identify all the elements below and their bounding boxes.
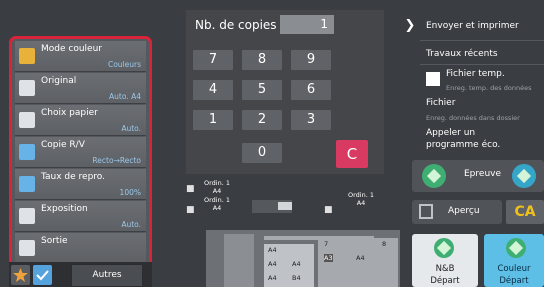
setting-output[interactable]: Sortie: [15, 233, 146, 264]
key-9[interactable]: 9: [291, 50, 331, 70]
setting-label: Original: [41, 76, 77, 86]
setting-label: Copie R/V: [41, 140, 85, 150]
copier-machine: A4 A4 A4 A4 B4 7 8 A3 A4: [206, 230, 400, 287]
setting-value: Auto.: [121, 124, 141, 133]
setting-color-mode[interactable]: Mode couleur Couleurs: [15, 41, 146, 72]
duplex-icon: [19, 144, 35, 160]
finisher: [224, 234, 254, 287]
key-4[interactable]: 4: [193, 80, 233, 100]
menu-temp-file[interactable]: Fichier temp.: [446, 69, 505, 79]
star-icon: [13, 268, 28, 282]
tray-label: A4: [356, 254, 365, 262]
setting-value: Auto. A4: [109, 92, 141, 101]
doc-label: Ordin. 1 A4: [204, 196, 230, 212]
tray-label: A3: [324, 254, 333, 262]
original-sheet: [278, 202, 292, 210]
exposure-icon: [19, 208, 35, 224]
clear-all-button[interactable]: CA: [506, 200, 544, 224]
key-1[interactable]: 1: [193, 110, 233, 130]
preview-label: Aperçu: [448, 206, 480, 216]
zoom-icon: [19, 176, 35, 192]
copies-label: Nb. de copies: [195, 18, 277, 32]
key-8[interactable]: 8: [242, 50, 282, 70]
proof-button[interactable]: Epreuve: [412, 160, 544, 192]
start-icon: [506, 238, 526, 258]
check-icon: [36, 270, 49, 281]
setting-value: Recto→Recto: [92, 156, 141, 165]
setting-paper-select[interactable]: Choix papier Auto.: [15, 105, 146, 136]
tray-label: A4: [268, 274, 277, 282]
clear-button[interactable]: C: [336, 140, 368, 168]
key-6[interactable]: 6: [291, 80, 331, 100]
settings-bottom-bar: Autres: [9, 262, 152, 287]
setting-label: Choix papier: [41, 108, 98, 118]
start-icon: [422, 164, 446, 188]
setting-value: 100%: [119, 188, 141, 197]
output-icon: [19, 240, 35, 256]
doc-label: Ordin. 1 A4: [348, 191, 374, 207]
setting-label: Exposition: [41, 204, 88, 214]
key-3[interactable]: 3: [291, 110, 331, 130]
paper-icon: ■: [186, 205, 195, 215]
color-mode-icon: [19, 48, 35, 64]
bw-start-button[interactable]: N&B Départ: [412, 234, 478, 287]
bw-start-sub: Départ: [430, 276, 460, 286]
menu-file-sub: Enreg. données dans dossier: [426, 114, 520, 122]
color-start-label: Couleur: [497, 264, 531, 274]
preview-button[interactable]: Aperçu: [412, 200, 502, 224]
menu-eco-line2[interactable]: programme éco.: [426, 140, 500, 150]
bw-start-label: N&B: [435, 264, 455, 274]
setting-original[interactable]: Original Auto. A4: [15, 73, 146, 104]
setting-exposure[interactable]: Exposition Auto.: [15, 201, 146, 232]
temp-file-checkbox[interactable]: [426, 72, 440, 86]
paper-select-icon: [19, 112, 35, 128]
tray-label: A4: [292, 260, 301, 268]
menu-file[interactable]: Fichier: [426, 98, 455, 108]
key-0[interactable]: 0: [242, 143, 282, 163]
key-5[interactable]: 5: [242, 80, 282, 100]
setting-value: Couleurs: [107, 60, 141, 69]
paper-icon: ■: [186, 184, 195, 194]
paper-icon: ■: [324, 205, 333, 215]
color-start-button[interactable]: Couleur Départ: [484, 234, 544, 287]
tray-label: A4: [268, 260, 277, 268]
color-start-sub: Départ: [499, 276, 529, 286]
copy-keypad: Nb. de copies 1 7 8 9 4 5 6 1 2 3 0 C: [186, 10, 384, 174]
tray-number: 7: [324, 240, 329, 248]
tray-label: B4: [292, 274, 301, 282]
tray-label: A4: [268, 246, 277, 254]
copies-count-field[interactable]: 1: [280, 15, 334, 34]
menu-recent-jobs[interactable]: Travaux récents: [426, 49, 498, 59]
menu-divider: [420, 64, 544, 65]
menu-divider: [420, 40, 544, 41]
autres-button[interactable]: Autres: [71, 264, 143, 287]
start-icon: [434, 238, 454, 258]
setting-zoom[interactable]: Taux de repro. 100%: [15, 169, 146, 200]
setting-label: Sortie: [41, 236, 68, 246]
setting-value: Auto.: [121, 220, 141, 229]
menu-send-print[interactable]: Envoyer et imprimer: [426, 21, 519, 31]
proof-label: Epreuve: [464, 169, 502, 179]
menu-eco-line1[interactable]: Appeler un: [426, 128, 475, 138]
favorite-button[interactable]: [11, 265, 30, 285]
tray-number: 8: [382, 240, 387, 248]
start-color-icon: [512, 164, 536, 188]
doc-label: Ordin. 1 A4: [204, 179, 230, 195]
setting-label: Mode couleur: [41, 44, 102, 54]
confirm-button[interactable]: [33, 265, 52, 285]
key-2[interactable]: 2: [242, 110, 282, 130]
key-7[interactable]: 7: [193, 50, 233, 70]
preview-icon: [419, 204, 433, 219]
setting-duplex[interactable]: Copie R/V Recto→Recto: [15, 137, 146, 168]
menu-temp-file-sub: Enreg. temp. des données: [446, 84, 532, 92]
settings-panel: Mode couleur Couleurs Original Auto. A4 …: [9, 36, 152, 287]
original-icon: [19, 80, 35, 96]
chevron-right-icon[interactable]: ❯: [400, 14, 420, 38]
setting-label: Taux de repro.: [41, 172, 105, 182]
